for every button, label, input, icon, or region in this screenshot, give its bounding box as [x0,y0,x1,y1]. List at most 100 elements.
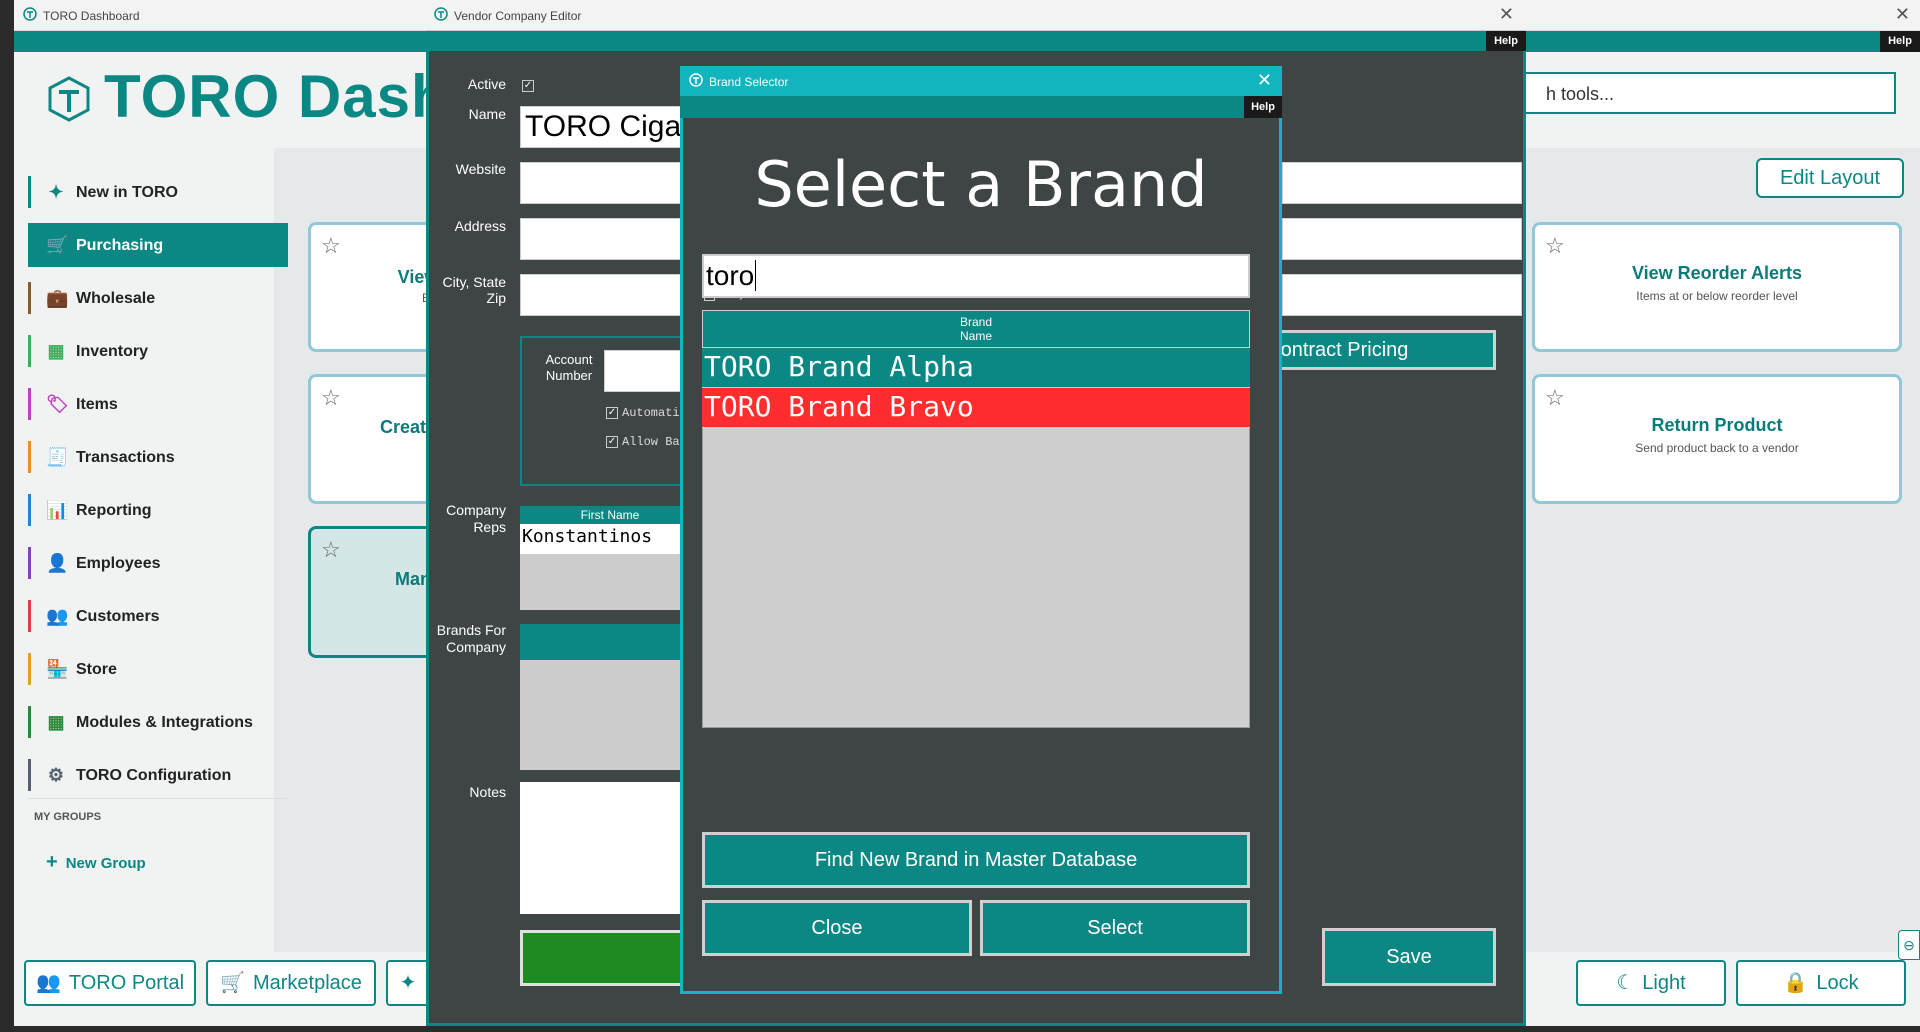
star-icon[interactable]: ☆ [321,537,341,563]
sidebar-item-label: TORO Configuration [76,767,232,784]
lock-label: Lock [1816,972,1859,994]
return-product-card[interactable]: ☆ Return Product Send product back to a … [1532,374,1902,504]
star-icon[interactable]: ☆ [321,385,341,411]
brands-column-header[interactable] [520,624,700,660]
vendor-title: Vendor Company Editor [454,9,582,23]
card-title: Return Product [1651,415,1783,435]
close-button[interactable]: Close [702,900,972,956]
briefcase-icon: 💼 [46,288,69,308]
star-icon[interactable]: ☆ [1545,385,1565,411]
brand-selector-titlebar: Brand Selector ✕ [680,66,1282,96]
automatic-label: Automati [622,406,680,420]
save-button[interactable]: Save [1322,928,1496,986]
sidebar-item-label: Employees [76,555,161,572]
store-icon: 🏪 [46,659,69,679]
dashboard-help-button[interactable]: Help [1880,31,1920,52]
sidebar-item-accent [28,653,31,685]
active-label: Active [467,76,506,92]
sidebar-item-label: Transactions [76,449,175,466]
sidebar-item-modules-integrations[interactable]: ▦ Modules & Integrations [28,700,288,744]
toro-app-icon [23,7,37,21]
toro-portal-button[interactable]: 👥 TORO Portal [24,960,196,1006]
lock-icon: 🔒 [1783,972,1809,994]
sidebar-item-toro-configuration[interactable]: ⚙ TORO Configuration [28,753,288,797]
vendor-help-button[interactable]: Help [1486,31,1526,51]
brand-search-input[interactable]: toro [702,254,1250,298]
address-field-right[interactable] [1282,218,1522,260]
sidebar-item-new-in-toro[interactable]: ✦ New in TORO [28,170,288,214]
light-mode-button[interactable]: ☾ Light [1576,960,1726,1006]
brand-selector-teal-bar [680,96,1282,118]
sidebar-item-label: Wholesale [76,290,156,307]
brands-for-company-label: Brands For Company [436,622,506,655]
brand-name-column-header[interactable]: Brand Name [702,310,1250,348]
sidebar-item-store[interactable]: 🏪 Store [28,647,288,691]
find-new-brand-button[interactable]: Find New Brand in Master Database [702,832,1250,888]
brands-list [520,660,700,770]
sidebar-item-label: Store [76,661,117,678]
active-checkbox[interactable]: ✓ [522,80,534,92]
sparkle-button[interactable]: ✦ [386,960,430,1006]
company-reps-label: Company Reps [446,502,506,535]
edit-layout-button[interactable]: Edit Layout [1756,158,1904,198]
sidebar-item-accent [28,706,31,738]
name-label: Name [468,106,506,122]
sparkle-icon: ✦ [48,182,64,202]
sidebar-item-label: Items [76,396,118,413]
dashboard-close-button[interactable]: ✕ [1895,4,1910,25]
window-bottom-edge [0,1026,1920,1032]
sidebar-divider [28,798,288,799]
card-subtitle: Br [311,291,445,305]
sidebar-item-customers[interactable]: 👥 Customers [28,594,288,638]
cart-icon: 🛒 [46,235,69,255]
reps-column-header[interactable]: First Name [520,506,700,524]
automatic-checkbox[interactable]: ✓ [606,407,618,419]
boxes-icon: ▦ [47,341,65,361]
notes-label: Notes [469,784,506,800]
sidebar-item-inventory[interactable]: ▦ Inventory [28,329,288,373]
people-icon: 👥 [46,606,69,626]
brand-row[interactable]: TORO Brand Alpha [702,348,1250,388]
sidebar-item-accent [28,494,31,526]
website-label: Website [455,161,506,177]
reps-row[interactable]: Konstantinos [520,524,700,554]
brand-row[interactable]: TORO Brand Bravo [702,388,1250,428]
lock-button[interactable]: 🔒 Lock [1736,960,1906,1006]
star-icon[interactable]: ☆ [1545,233,1565,259]
card-subtitle: Items at or below reorder level [1636,289,1798,303]
sidebar-item-items[interactable]: 🏷 Items [28,382,288,426]
vendor-titlebar: Vendor Company Editor ✕ [426,0,1526,31]
brand-selector-title: Brand Selector [709,75,789,89]
toro-app-icon [689,73,703,87]
plus-icon: + [46,851,58,873]
search-input[interactable]: h tools... [1514,72,1896,114]
side-panel-toggle-icon[interactable]: ⊖ [1898,930,1920,960]
sidebar-item-purchasing[interactable]: 🛒 Purchasing [28,223,288,267]
vendor-close-button[interactable]: ✕ [1499,4,1514,25]
reorder-alerts-card[interactable]: ☆ View Reorder Alerts Items at or below … [1532,222,1902,352]
card-subtitle: A [311,593,445,607]
sidebar-item-employees[interactable]: 👤 Employees [28,541,288,585]
account-number-label: Account Number [545,352,593,383]
city-field-right[interactable] [1282,274,1522,316]
sidebar-item-wholesale[interactable]: 💼 Wholesale [28,276,288,320]
allow-checkbox[interactable]: ✓ [606,436,618,448]
brand-name-header-label: Brand Name [959,315,993,343]
star-icon[interactable]: ☆ [321,233,341,259]
brand-list-empty-area [702,428,1250,728]
select-button[interactable]: Select [980,900,1250,956]
sidebar-item-transactions[interactable]: 🧾 Transactions [28,435,288,479]
brand-selector-close-button[interactable]: ✕ [1257,70,1272,91]
sidebar-item-accent [28,600,31,632]
sidebar-item-label: Inventory [76,343,149,360]
brand-selector-help-button[interactable]: Help [1244,96,1282,118]
notes-field[interactable] [520,782,700,914]
new-group-button[interactable]: + New Group [46,851,146,874]
allow-label: Allow Ba [622,435,680,449]
green-action-button[interactable] [520,930,700,986]
bar-chart-icon: 📊 [46,500,69,520]
marketplace-button[interactable]: 🛒 Marketplace [206,960,376,1006]
sidebar-item-reporting[interactable]: 📊 Reporting [28,488,288,532]
toro-app-icon [434,7,448,21]
website-field-right[interactable] [1282,162,1522,204]
